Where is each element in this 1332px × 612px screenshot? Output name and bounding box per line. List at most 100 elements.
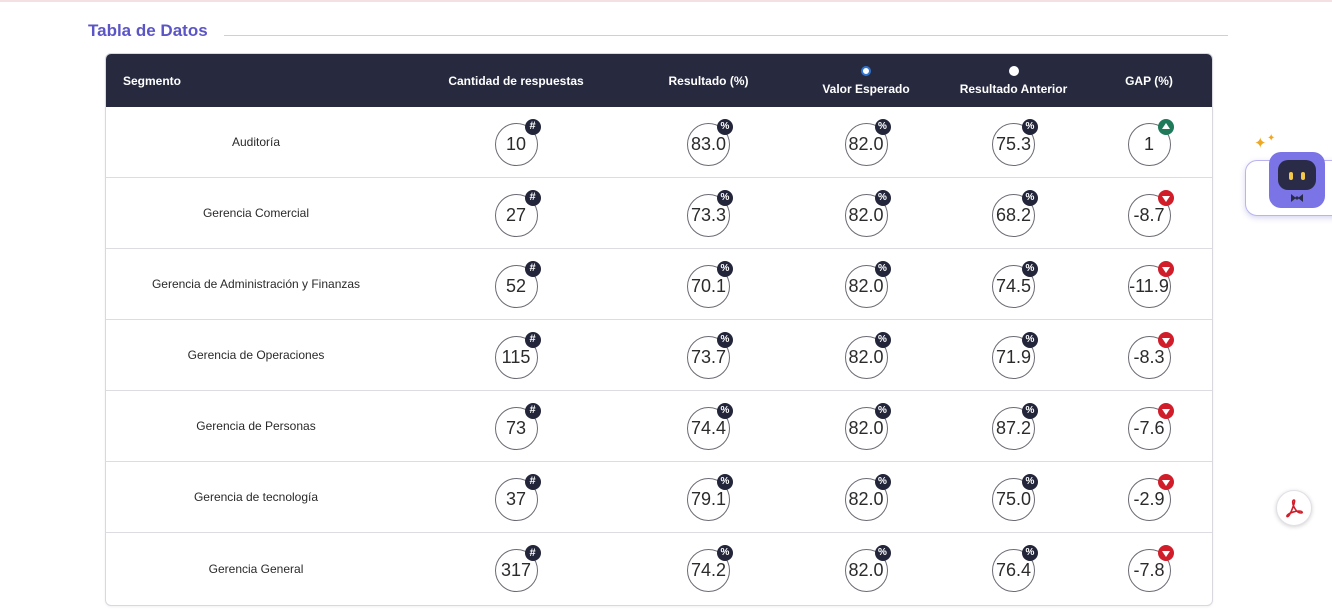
header-previous[interactable]: Resultado Anterior	[941, 54, 1086, 107]
header-gap: GAP (%)	[1125, 73, 1173, 88]
count-cell: 115 #	[406, 320, 626, 390]
expected-bubble: 82.0%	[844, 260, 891, 308]
expected-bubble: 82.0%	[844, 402, 891, 450]
expected-value: 82.0	[848, 417, 884, 438]
percent-badge-icon: %	[874, 473, 891, 490]
hash-badge-icon: #	[524, 189, 541, 206]
expected-cell: 82.0%	[791, 107, 941, 177]
section-header: Tabla de Datos	[88, 20, 1228, 42]
previous-bubble: 75.3%	[992, 118, 1038, 166]
table-row: Gerencia de Personas 73 #74.4% 82.0% 87.2% -7…	[106, 391, 1212, 462]
sparkle-small-icon: ✦	[1267, 133, 1276, 144]
gap-cell: -8.3	[1086, 320, 1212, 390]
count-cell: 52 #	[406, 249, 626, 319]
gap-bubble: -7.6	[1127, 402, 1174, 450]
result-value: 74.4	[690, 417, 727, 438]
table-row: Gerencia de tecnología 37 #79.1% 82.0% 75.0%…	[106, 462, 1212, 533]
count-cell: 317 #	[406, 533, 626, 604]
expected-cell: 82.0%	[791, 178, 941, 248]
previous-bubble: 75.0%	[992, 473, 1038, 521]
hash-badge-icon: #	[524, 402, 541, 419]
result-cell: 74.4%	[626, 391, 791, 461]
previous-bubble: 68.2%	[992, 189, 1038, 237]
gap-bubble: 1	[1127, 118, 1174, 166]
percent-badge-icon: %	[1022, 118, 1038, 135]
segment-cell: Gerencia de Operaciones	[187, 348, 325, 362]
expected-radio[interactable]	[861, 65, 871, 76]
previous-bubble: 71.9%	[992, 331, 1038, 379]
percent-badge-icon: %	[717, 402, 733, 419]
pdf-export-button[interactable]	[1276, 490, 1312, 526]
percent-badge-icon: %	[874, 189, 891, 206]
expected-value: 82.0	[848, 133, 884, 154]
count-value: 10	[505, 133, 527, 154]
previous-radio[interactable]	[1008, 65, 1019, 76]
previous-cell: 68.2%	[941, 178, 1086, 248]
percent-badge-icon: %	[717, 189, 733, 206]
gap-bubble: -8.3	[1127, 331, 1174, 379]
gap-value: -8.7	[1133, 204, 1165, 225]
gap-bubble: -8.7	[1127, 189, 1174, 237]
percent-badge-icon: %	[874, 118, 891, 135]
segment-cell: Gerencia Comercial	[202, 206, 310, 220]
result-cell: 83.0%	[626, 107, 791, 177]
hash-badge-icon: #	[524, 118, 541, 135]
percent-badge-icon: %	[874, 402, 891, 419]
expected-value: 82.0	[848, 346, 884, 367]
segment-cell: Gerencia de Personas	[196, 419, 316, 433]
hash-badge-icon: #	[524, 473, 541, 490]
table-row: Gerencia de Administración y Finanzas 52 #…	[106, 249, 1212, 320]
gap-cell: -7.6	[1086, 391, 1212, 461]
triangle-down-icon	[1157, 260, 1174, 277]
result-bubble: 73.3%	[687, 189, 733, 237]
section-title: Tabla de Datos	[88, 21, 208, 40]
previous-cell: 75.0%	[941, 462, 1086, 532]
result-value: 83.0	[690, 133, 727, 154]
gap-value: -7.6	[1133, 417, 1165, 438]
result-value: 74.2	[690, 560, 727, 580]
expected-cell: 82.0%	[791, 462, 941, 532]
result-bubble: 83.0%	[687, 118, 733, 166]
triangle-down-icon	[1157, 545, 1174, 561]
gap-value: -8.3	[1133, 346, 1165, 367]
count-value: 317	[500, 560, 532, 580]
hash-badge-icon: #	[524, 545, 541, 561]
result-cell: 73.7%	[626, 320, 791, 390]
robot-bowtie-icon	[1291, 194, 1303, 202]
count-value: 73	[505, 417, 527, 438]
gap-value: -2.9	[1133, 488, 1165, 509]
robot-head	[1278, 160, 1316, 190]
gap-cell: -2.9	[1086, 462, 1212, 532]
result-bubble: 73.7%	[687, 331, 733, 379]
header-result: Resultado (%)	[668, 73, 749, 88]
expected-bubble: 82.0%	[844, 331, 891, 379]
count-cell: 37 #	[406, 462, 626, 532]
percent-badge-icon: %	[717, 545, 733, 561]
pdf-export-icon	[1286, 499, 1303, 518]
hash-badge-icon: #	[524, 331, 541, 348]
triangle-down-icon	[1157, 331, 1174, 348]
percent-badge-icon: %	[717, 118, 733, 135]
result-cell: 73.3%	[626, 178, 791, 248]
robot-assistant-icon[interactable]	[1269, 152, 1325, 208]
table-body: Auditoría 10 #83.0% 82.0% 75.3% 1 Gerencia Com…	[106, 107, 1212, 604]
triangle-down-icon	[1157, 402, 1174, 419]
previous-value: 75.3	[995, 133, 1032, 154]
table-row: Gerencia de Operaciones 115 # 73.7% 82.0% 71.…	[106, 320, 1212, 391]
previous-cell: 75.3%	[941, 107, 1086, 177]
previous-value: 68.2	[995, 204, 1032, 225]
hash-badge-icon: #	[524, 260, 541, 277]
expected-cell: 82.0%	[791, 249, 941, 319]
result-value: 70.1	[690, 275, 727, 296]
header-count: Cantidad de respuestas	[448, 73, 584, 88]
triangle-down-icon	[1157, 473, 1174, 490]
count-bubble: 52 #	[494, 260, 541, 308]
segment-cell: Gerencia General	[208, 561, 304, 576]
percent-badge-icon: %	[1022, 402, 1038, 419]
percent-badge-icon: %	[1022, 473, 1038, 490]
header-expected[interactable]: Valor Esperado	[791, 54, 941, 107]
top-divider	[0, 0, 1332, 2]
expected-bubble: 82.0%	[844, 189, 891, 237]
gap-value: -7.8	[1133, 560, 1165, 580]
result-value: 79.1	[690, 488, 727, 509]
